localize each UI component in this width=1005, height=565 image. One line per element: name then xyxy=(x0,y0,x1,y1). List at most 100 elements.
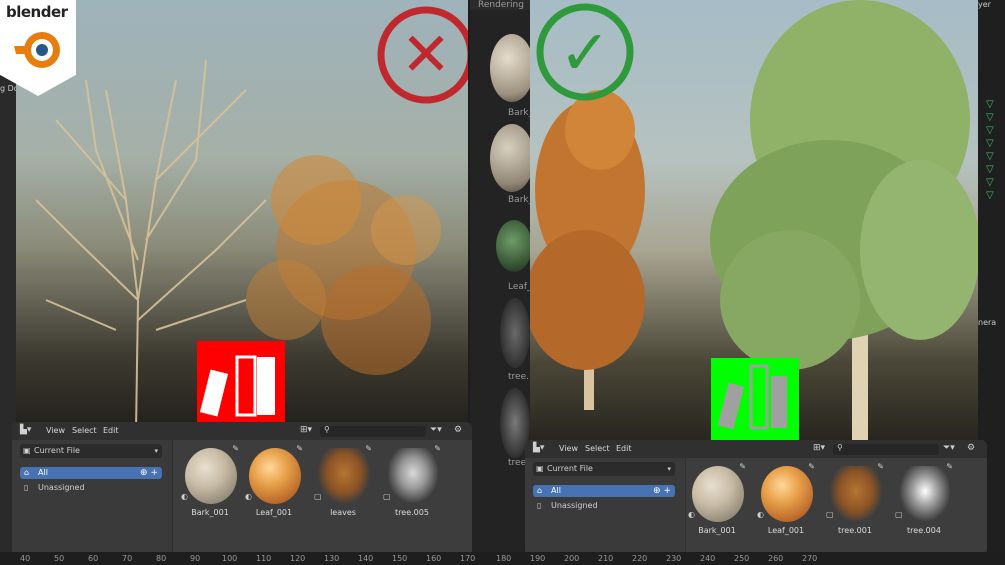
edit-icon: ✎ xyxy=(296,444,303,453)
filter-icon[interactable]: ⏷▾ xyxy=(430,425,442,435)
edit-icon: ✎ xyxy=(877,462,884,471)
filter-icon[interactable]: ⏷▾ xyxy=(943,443,955,453)
ghost-label-4: tree. xyxy=(508,372,529,382)
chevron-down-icon: ▾ xyxy=(154,447,158,455)
dense-orange-tree xyxy=(530,90,645,410)
ruler-tick: 160 xyxy=(426,554,442,563)
edit-icon: ✎ xyxy=(365,444,372,453)
leaves-object-preview xyxy=(318,448,370,504)
asset-label: tree.004 xyxy=(907,526,941,535)
catalog-all-label: All xyxy=(551,486,561,495)
asset-item[interactable]: ▢ ✎ tree.004 xyxy=(893,462,955,548)
asset-label: Bark_001 xyxy=(191,508,229,517)
ghost-label-5: tree xyxy=(508,458,527,468)
add-catalog-icon[interactable]: ⊕ + xyxy=(653,485,671,497)
ruler-tick: 200 xyxy=(564,554,580,563)
menu-edit[interactable]: Edit xyxy=(103,426,119,435)
asset-item[interactable]: ◐ ✎ Bark_001 xyxy=(686,462,748,548)
edit-icon: ✎ xyxy=(808,462,815,471)
asset-item[interactable]: ◐ ✎ Leaf_001 xyxy=(243,444,305,530)
asset-item[interactable]: ▢ ✎ leaves xyxy=(312,444,374,530)
good-check-icon: ✓ xyxy=(559,16,611,89)
asset-label: tree.005 xyxy=(395,508,429,517)
bark-material-preview xyxy=(692,466,744,522)
asset-label: leaves xyxy=(330,508,356,517)
file-icon: ▣ xyxy=(23,446,31,455)
filter-icons-column: ▽ ▽ ▽ ▽ ▽ ▽ ▽ ▽ xyxy=(986,99,994,201)
asset-label: Leaf_001 xyxy=(767,526,805,535)
ruler-tick: 80 xyxy=(156,554,167,563)
search-icon: ⚲ xyxy=(324,425,330,434)
menu-view[interactable]: View xyxy=(559,444,578,453)
asset-label: Leaf_001 xyxy=(255,508,293,517)
library-dropdown[interactable]: ▣ Current File ▾ xyxy=(533,462,675,476)
menu-edit[interactable]: Edit xyxy=(616,444,632,453)
catalog-unassigned-label: Unassigned xyxy=(38,483,85,492)
ruler-tick: 70 xyxy=(122,554,133,563)
leaf-material-preview xyxy=(249,448,301,504)
bad-cross-icon: ✕ xyxy=(401,20,451,90)
material-icon: ◐ xyxy=(245,492,252,501)
material-icon: ◐ xyxy=(181,492,188,501)
ruler-tick: 220 xyxy=(632,554,648,563)
search-icon: ⚲ xyxy=(837,443,843,452)
asset-item[interactable]: ▢ ✎ tree.005 xyxy=(381,444,443,530)
logo-text: blender xyxy=(6,3,68,21)
display-mode-icon[interactable]: ⊞▾ xyxy=(813,443,825,453)
asset-browser-left[interactable]: ▙▾ View Select Edit ⊞▾ ⚲ ⏷▾ ⚙ ▣ Current … xyxy=(12,422,472,557)
ruler-tick: 190 xyxy=(530,554,546,563)
bad-mark: ✕ xyxy=(377,6,468,104)
editor-type-icon[interactable]: ▙▾ xyxy=(20,425,31,435)
asset-item[interactable]: ◐ ✎ Leaf_001 xyxy=(755,462,817,548)
catalog-all-label: All xyxy=(38,468,48,477)
catalog-sidebar: ▣ Current File ▾ ⌂ All ⊕ + ▯ Unassigned xyxy=(525,458,686,555)
ghost-label-3: Leaf_ xyxy=(508,282,532,292)
menu-select[interactable]: Select xyxy=(72,426,97,435)
edit-icon: ✎ xyxy=(739,462,746,471)
tree-object-preview xyxy=(387,448,439,504)
asset-item[interactable]: ▢ ✎ tree.001 xyxy=(824,462,886,548)
ruler-tick: 150 xyxy=(392,554,408,563)
ruler-tick: 170 xyxy=(460,554,476,563)
library-dropdown-label: Current File xyxy=(547,464,593,473)
library-badge-good xyxy=(711,358,799,440)
menu-view[interactable]: View xyxy=(46,426,65,435)
asset-item[interactable]: ◐ ✎ Bark_001 xyxy=(179,444,241,530)
editor-type-icon[interactable]: ▙▾ xyxy=(533,443,544,453)
catalog-all[interactable]: ⌂ All ⊕ + xyxy=(20,467,162,479)
object-icon: ▢ xyxy=(826,510,834,519)
background-thumbnails: Bark_ Bark_ Leaf_ tree. tree xyxy=(486,30,534,500)
rendering-tab[interactable]: Rendering xyxy=(470,0,532,10)
catalog-unassigned[interactable]: ▯ Unassigned xyxy=(533,500,675,512)
ruler-tick: 140 xyxy=(358,554,374,563)
ruler-tick: 260 xyxy=(768,554,784,563)
ghost-thumb-tree-1 xyxy=(500,298,530,368)
search-input[interactable]: ⚲ xyxy=(833,443,939,455)
display-mode-icon[interactable]: ⊞▾ xyxy=(300,425,312,435)
right-edge-text-1: yer xyxy=(978,0,991,9)
home-icon: ⌂ xyxy=(24,468,30,477)
catalog-unassigned[interactable]: ▯ Unassigned xyxy=(20,482,162,494)
gear-icon[interactable]: ⚙ xyxy=(454,425,462,435)
ruler-tick: 110 xyxy=(256,554,272,563)
gear-icon[interactable]: ⚙ xyxy=(967,443,975,453)
asset-browser-header: ▙▾ View Select Edit ⊞▾ ⚲ ⏷▾ ⚙ xyxy=(525,440,987,458)
edit-icon: ✎ xyxy=(232,444,239,453)
ghost-thumb-bark-2 xyxy=(490,124,534,192)
tree-object-preview xyxy=(830,466,882,522)
asset-browser-right[interactable]: ▙▾ View Select Edit ⊞▾ ⚲ ⏷▾ ⚙ ▣ Current … xyxy=(525,440,987,555)
search-input[interactable]: ⚲ xyxy=(320,425,426,437)
asset-label: tree.001 xyxy=(838,526,872,535)
catalog-all[interactable]: ⌂ All ⊕ + xyxy=(533,485,675,497)
menu-select[interactable]: Select xyxy=(585,444,610,453)
library-dropdown[interactable]: ▣ Current File ▾ xyxy=(20,444,162,458)
ruler-tick: 270 xyxy=(802,554,818,563)
ruler-tick: 40 xyxy=(20,554,31,563)
add-catalog-icon[interactable]: ⊕ + xyxy=(140,467,158,479)
asset-label: Bark_001 xyxy=(698,526,736,535)
library-dropdown-label: Current File xyxy=(34,446,80,455)
edit-icon: ✎ xyxy=(434,444,441,453)
tree-object-preview xyxy=(899,466,951,522)
timeline-ruler[interactable]: 40 50 60 70 80 90 100 110 120 130 140 15… xyxy=(0,552,1005,565)
ruler-tick: 210 xyxy=(598,554,614,563)
